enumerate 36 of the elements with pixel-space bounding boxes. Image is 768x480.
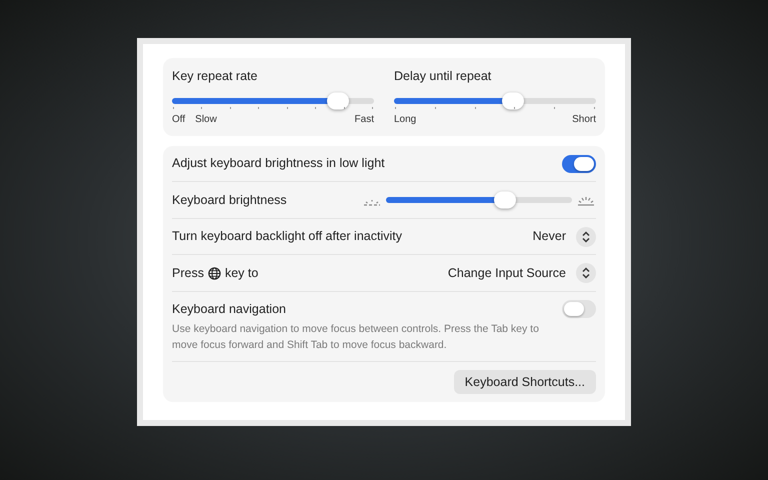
tick-mark: [395, 106, 396, 109]
stepper-icon[interactable]: [576, 226, 596, 246]
slider-label: Fast: [354, 112, 374, 127]
tick-mark: [554, 106, 556, 109]
setting-label: Keyboard brightness: [172, 192, 288, 209]
slider-thumb[interactable]: [494, 192, 516, 208]
slider-title: Key repeat rate: [172, 68, 258, 85]
setting-label: Turn keyboard backlight off after inactivity: [172, 228, 402, 246]
setting-label: Press: [172, 264, 204, 282]
popup-button[interactable]: Change Input Source: [448, 263, 596, 283]
slider-thumb[interactable]: [326, 92, 349, 110]
slider-track[interactable]: [394, 98, 596, 104]
globe-icon: [208, 266, 221, 280]
slider-label: Short: [572, 112, 596, 127]
tick-mark: [372, 106, 373, 109]
tick-mark: [434, 106, 436, 109]
toggle-switch[interactable]: [562, 300, 596, 318]
tick-mark: [230, 106, 231, 109]
bright-light-icon: [576, 194, 596, 206]
tick-mark: [315, 106, 316, 109]
setting-label: Keyboard navigation: [172, 300, 286, 318]
tick-mark: [594, 106, 595, 109]
setting-label: Adjust keyboard brightness in low light: [172, 155, 385, 172]
setting-label: key to: [224, 264, 258, 282]
slider-label: Slow: [195, 112, 217, 127]
tick-mark: [173, 106, 174, 109]
stepper-icon[interactable]: [576, 263, 596, 283]
slider-title: Delay until repeat: [394, 68, 492, 85]
toggle-switch[interactable]: [562, 154, 596, 172]
slider-label: Long: [394, 112, 416, 127]
slider-track[interactable]: [172, 98, 374, 104]
slider-label: Off: [172, 112, 186, 127]
setting-description: Use keyboard navigation to move focus between controls. Press the Tab key to move focus forward and Shift Tab to move focus backward.: [172, 322, 540, 352]
slider-thumb[interactable]: [502, 92, 524, 110]
keyboard-shortcuts-button[interactable]: Keyboard Shortcuts...: [454, 370, 596, 394]
popup-button[interactable]: Never: [532, 226, 596, 246]
